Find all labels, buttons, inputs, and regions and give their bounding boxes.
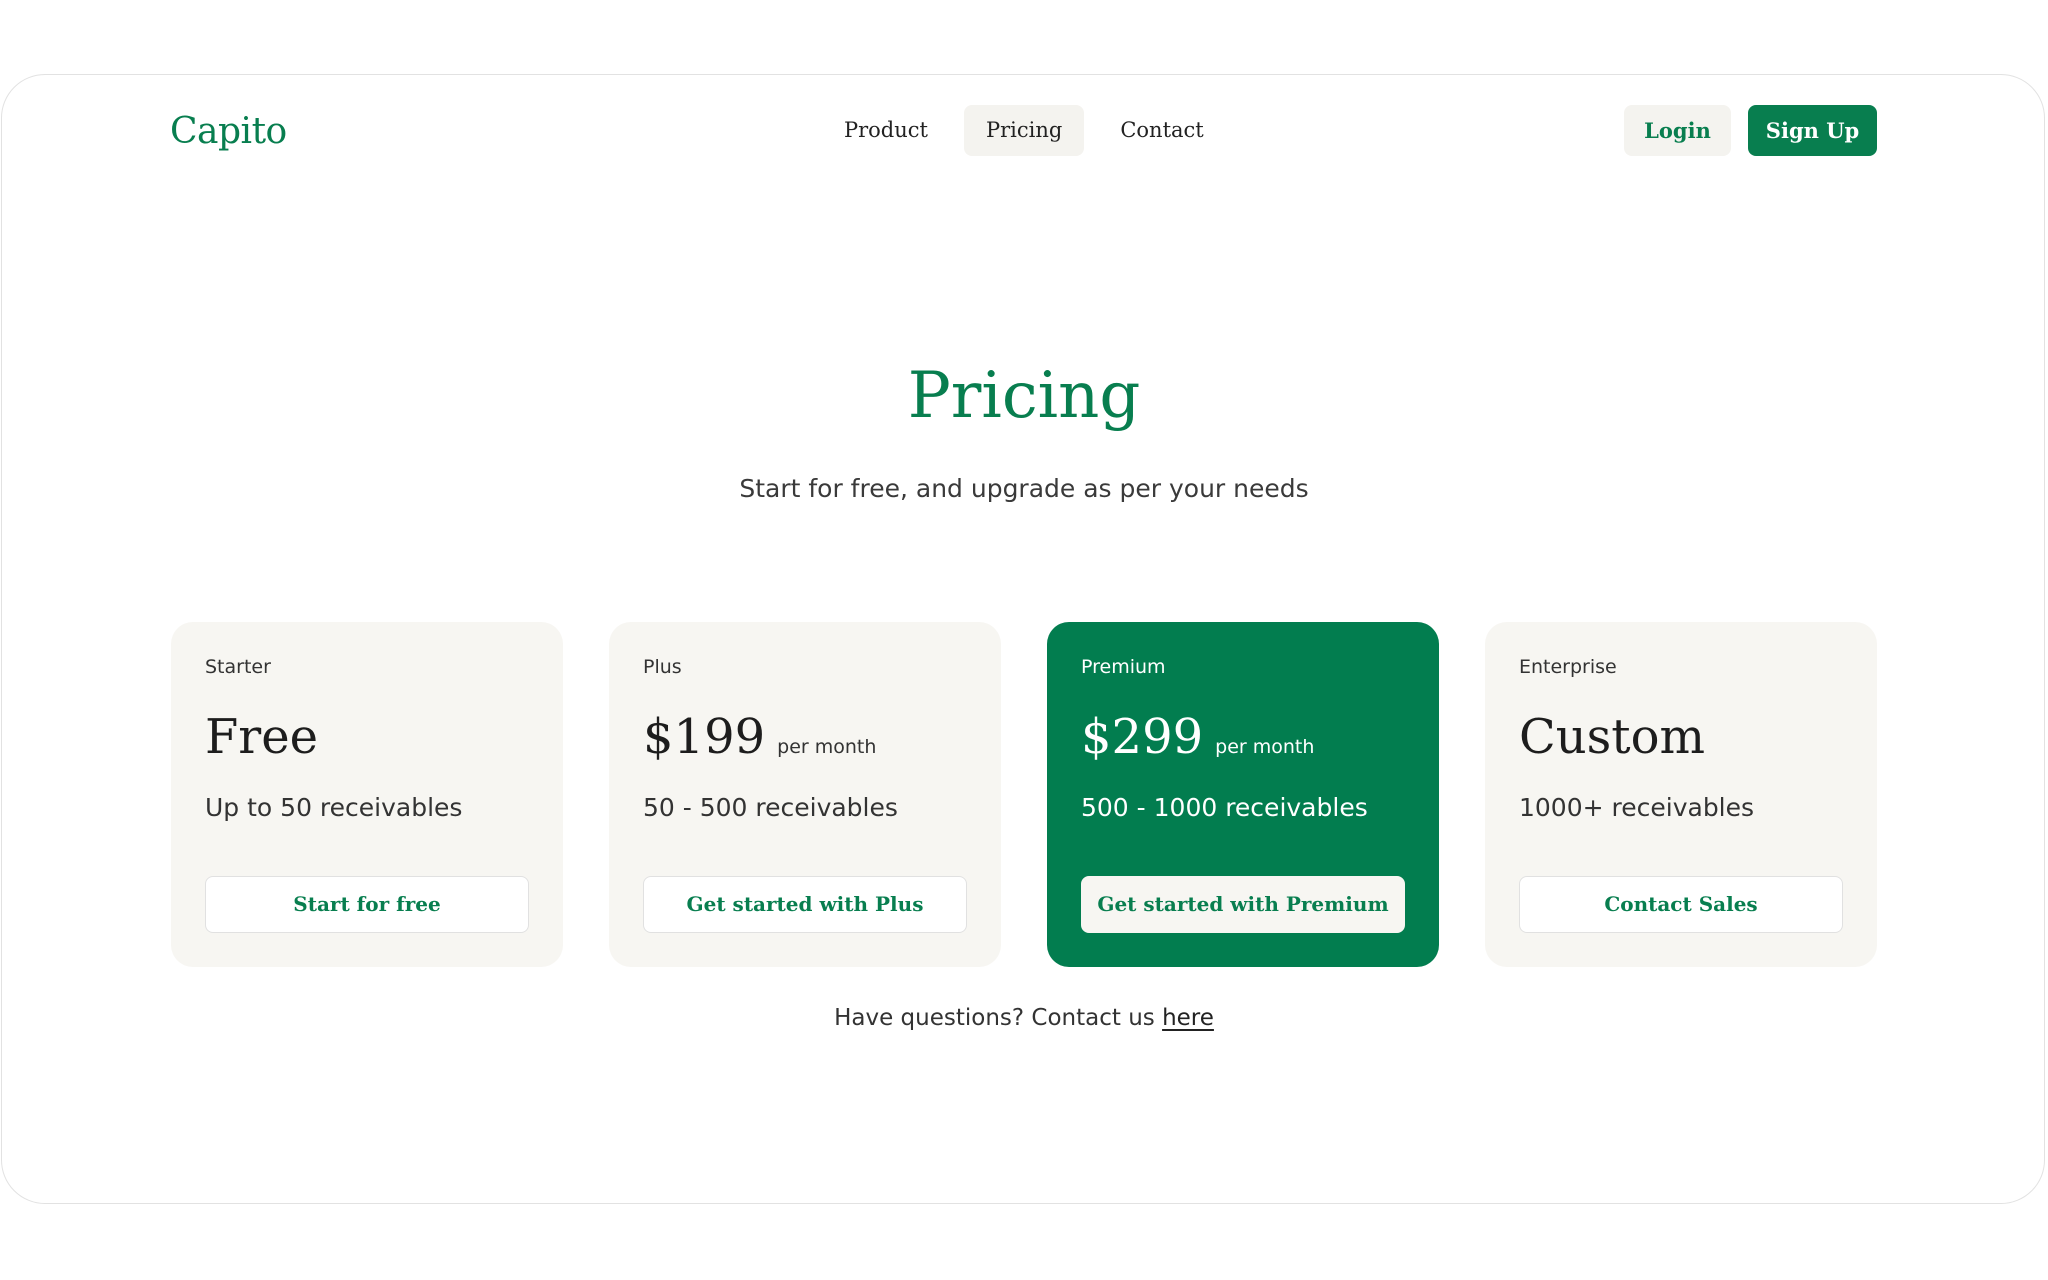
plan-tier: Premium [1081, 656, 1166, 678]
plan-quota: 500 - 1000 receivables [1081, 793, 1368, 822]
start-for-free-button[interactable]: Start for free [205, 876, 529, 933]
main-nav: Product Pricing Contact [822, 105, 1226, 156]
plan-price: Custom [1519, 709, 1705, 765]
get-started-plus-button[interactable]: Get started with Plus [643, 876, 967, 933]
signup-button[interactable]: Sign Up [1748, 105, 1877, 156]
contact-sales-button[interactable]: Contact Sales [1519, 876, 1843, 933]
contact-note: Have questions? Contact us here [0, 999, 2048, 1037]
plan-quota: 1000+ receivables [1519, 793, 1755, 822]
plan-price-row: $299 per month [1081, 704, 1314, 770]
plan-price: $199 [643, 709, 766, 765]
plan-tier: Starter [205, 656, 271, 678]
plan-price-row: $199 per month [643, 704, 876, 770]
brand-logo[interactable]: Capito [170, 106, 287, 158]
pricing-cards: Starter Free Up to 50 receivables Start … [171, 622, 1877, 967]
plan-card-premium: Premium $299 per month 500 - 1000 receiv… [1047, 622, 1439, 967]
page-subtitle: Start for free, and upgrade as per your … [739, 474, 1309, 503]
plan-price: Free [205, 709, 319, 765]
login-button[interactable]: Login [1624, 105, 1731, 156]
page-title: Pricing [907, 359, 1141, 433]
plan-period: per month [1215, 736, 1315, 758]
plan-tier: Enterprise [1519, 656, 1617, 678]
plan-price: $299 [1081, 709, 1204, 765]
plan-card-starter: Starter Free Up to 50 receivables Start … [171, 622, 563, 967]
plan-price-row: Free [205, 704, 318, 770]
plan-quota: Up to 50 receivables [205, 793, 463, 822]
nav-item-pricing[interactable]: Pricing [963, 105, 1085, 156]
plan-tier: Plus [643, 656, 682, 678]
plan-quota: 50 - 500 receivables [643, 793, 898, 822]
plan-card-enterprise: Enterprise Custom 1000+ receivables Cont… [1485, 622, 1877, 967]
plan-period: per month [777, 736, 877, 758]
nav-item-product[interactable]: Product [822, 105, 950, 156]
get-started-premium-button[interactable]: Get started with Premium [1081, 876, 1405, 933]
plan-price-row: Custom [1519, 704, 1705, 770]
plan-card-plus: Plus $199 per month 50 - 500 receivables… [609, 622, 1001, 967]
contact-question: Have questions? Contact us [834, 1005, 1155, 1031]
nav-item-contact[interactable]: Contact [1098, 105, 1225, 156]
contact-here-link[interactable]: here [1162, 1005, 1214, 1031]
